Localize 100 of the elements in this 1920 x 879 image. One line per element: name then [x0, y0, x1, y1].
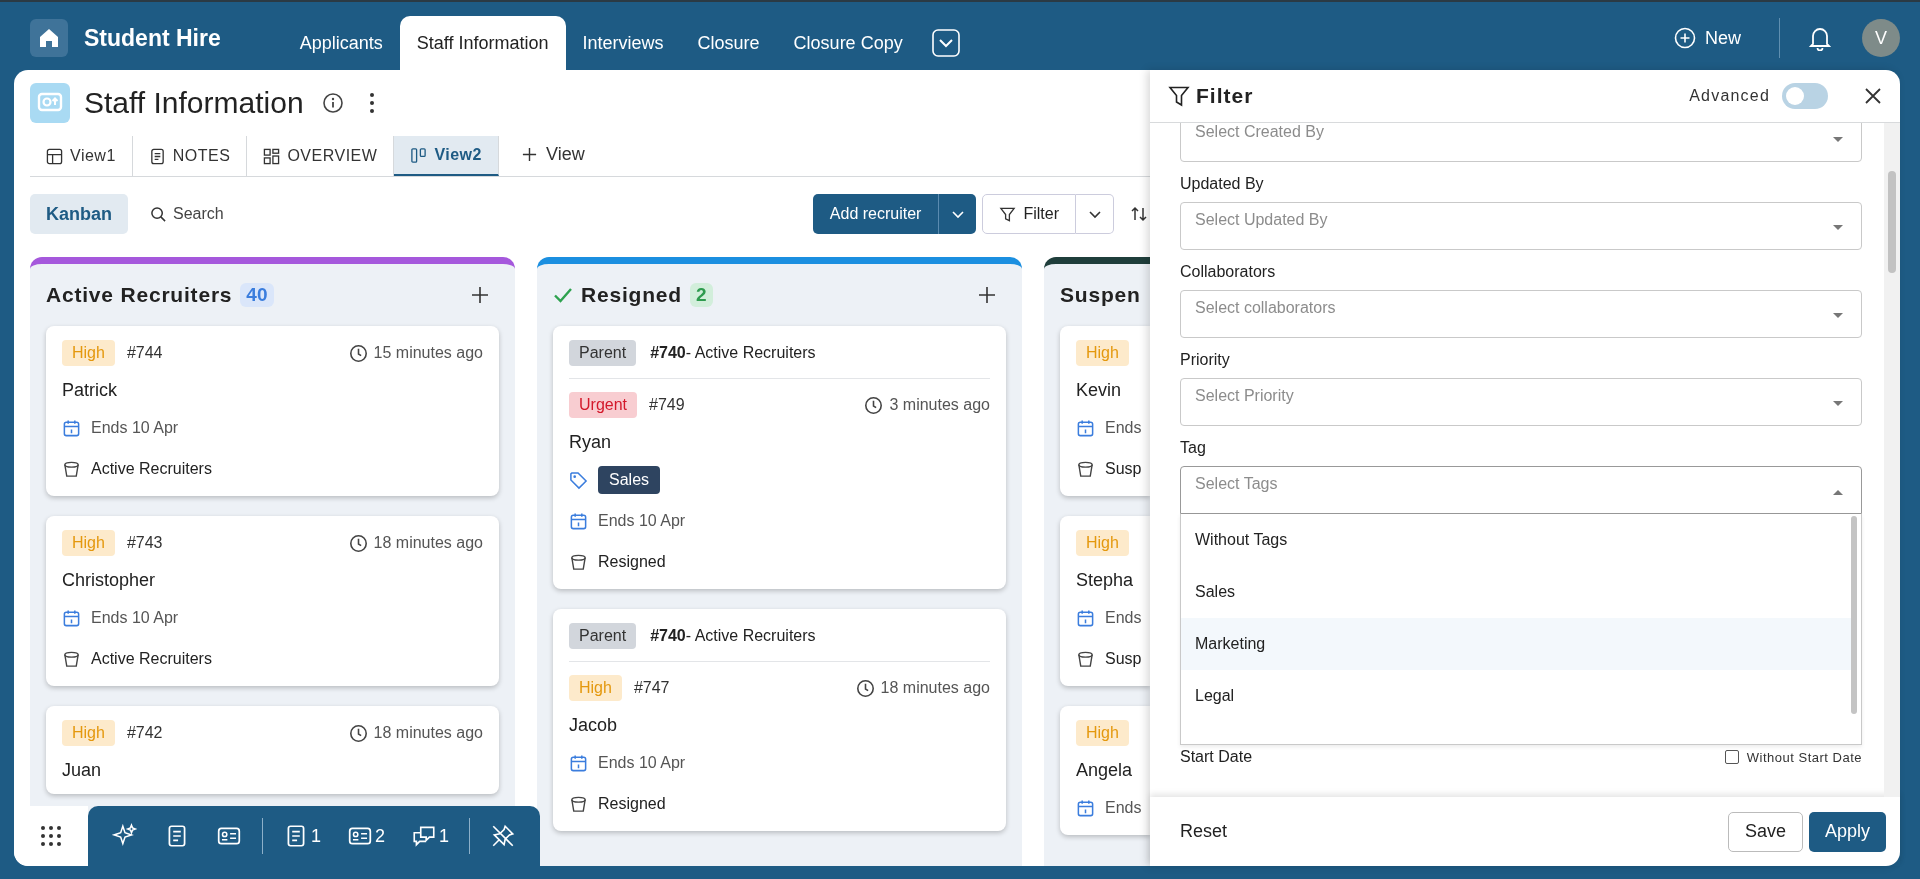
advanced-toggle[interactable]	[1782, 83, 1828, 109]
card-id: #742	[126, 724, 163, 742]
updated-time: 3 minutes ago	[889, 396, 990, 414]
end-date: Ends 10 Apr	[91, 419, 179, 437]
filter-icon	[999, 205, 1017, 223]
bucket-icon	[62, 459, 81, 479]
app-tab[interactable]: Interviews	[565, 16, 681, 70]
caret-icon[interactable]	[1832, 224, 1844, 232]
info-icon[interactable]	[321, 92, 344, 114]
chat-button[interactable]: 1	[401, 814, 460, 858]
advanced-label: Advanced	[1689, 87, 1770, 105]
recruiter-card[interactable]: High #742 18 minutes ago Juan	[46, 706, 499, 794]
panel-title: Filter	[1196, 84, 1254, 108]
unpin-icon	[490, 823, 517, 849]
recruiter-card[interactable]: High #744 15 minutes ago Patrick Ends 10 Apr Active Recruiters	[46, 326, 499, 496]
calendar-icon	[62, 418, 81, 438]
apps-grid-button[interactable]	[14, 806, 88, 866]
card-button[interactable]: 2	[337, 814, 396, 858]
recruiter-card[interactable]: High Angela Ends	[1060, 706, 1150, 835]
table-icon	[46, 147, 63, 165]
bucket-icon	[569, 552, 588, 572]
doc-button[interactable]: 1	[273, 814, 331, 858]
user-avatar[interactable]: V	[1862, 19, 1900, 57]
caret-icon[interactable]	[1832, 400, 1844, 408]
select-field[interactable]: Select Created By	[1180, 123, 1862, 162]
plus-circle-icon	[1674, 27, 1696, 49]
kanban-icon	[410, 146, 428, 164]
bell-icon[interactable]	[1808, 25, 1832, 51]
view-tab[interactable]: NOTES	[132, 136, 248, 176]
recruiter-card[interactable]: Parent #740- Active Recruiters High #747 18 minutes ago Jacob Ends 10 Apr Resigned	[553, 609, 1006, 831]
reset-button[interactable]: Reset	[1180, 821, 1228, 842]
scrollbar[interactable]	[1884, 123, 1900, 797]
caret-icon[interactable]	[1832, 312, 1844, 320]
layout-button[interactable]: Kanban	[30, 194, 128, 234]
search-button[interactable]: Search	[150, 205, 224, 223]
add-recruiter-button[interactable]: Add recruiter	[812, 194, 939, 234]
app-tab[interactable]: Closure	[680, 16, 777, 70]
field-label: Updated By	[1180, 175, 1265, 193]
tag-icon	[569, 470, 588, 490]
view-tab[interactable]: View2	[394, 136, 499, 176]
checkbox[interactable]	[1724, 750, 1739, 764]
bucket-icon	[1076, 649, 1095, 669]
column-count: 2	[689, 283, 713, 307]
priority-badge: High	[62, 530, 115, 556]
card-stage: Susp	[1105, 650, 1142, 668]
bucket-icon	[62, 649, 81, 669]
apply-button[interactable]: Apply	[1808, 811, 1886, 852]
add-card-icon[interactable]	[978, 286, 996, 304]
bucket-icon	[1076, 459, 1095, 479]
new-button[interactable]: New	[1674, 27, 1741, 49]
column-count: 40	[240, 283, 274, 307]
dropdown-option[interactable]: Marketing	[1181, 618, 1851, 670]
card-stage: Resigned	[598, 553, 666, 571]
search-icon	[150, 205, 167, 223]
calendar-icon	[1076, 608, 1095, 628]
board-icon	[30, 83, 70, 123]
caret-icon[interactable]	[1832, 488, 1844, 496]
dropdown-option[interactable]: Legal	[1181, 670, 1851, 722]
app-tab[interactable]: Closure Copy	[776, 16, 920, 70]
sort-icon[interactable]	[1130, 205, 1148, 223]
parent-reference[interactable]: #740- Active Recruiters	[650, 344, 816, 362]
clock-icon	[348, 723, 368, 743]
priority-badge: High	[1076, 340, 1129, 366]
calendar-icon	[62, 608, 81, 628]
parent-reference[interactable]: #740- Active Recruiters	[650, 627, 816, 645]
select-field[interactable]: Select Updated By	[1180, 202, 1862, 250]
priority-badge: Urgent	[569, 392, 638, 418]
close-icon[interactable]	[1864, 87, 1882, 105]
view-tab[interactable]: View1	[30, 136, 133, 176]
app-tab[interactable]: Staff Information	[399, 16, 566, 70]
recruiter-name: Stepha	[1076, 570, 1135, 591]
recruiter-name: Christopher	[62, 570, 157, 591]
end-date: Ends 10 Apr	[91, 609, 179, 627]
recruiter-card[interactable]: Parent #740- Active Recruiters Urgent #749 3 minutes ago Ryan Sales Ends 10 Apr Resigned	[553, 326, 1006, 589]
more-tabs-icon[interactable]	[931, 29, 960, 57]
field-label: Priority	[1180, 351, 1231, 369]
select-field[interactable]: Select collaborators	[1180, 290, 1862, 338]
app-tab[interactable]: Applicants	[282, 16, 400, 70]
select-field[interactable]: Select Priority	[1180, 378, 1862, 426]
select-field[interactable]: Select Tags	[1180, 466, 1862, 514]
filter-button[interactable]: Filter	[982, 194, 1076, 234]
card-stage: Active Recruiters	[91, 650, 212, 668]
more-options-icon[interactable]	[367, 92, 376, 114]
overview-icon	[263, 147, 281, 165]
dropdown-option[interactable]: Without Tags	[1181, 514, 1851, 566]
recruiter-card[interactable]: High Kevin Ends Susp	[1060, 326, 1150, 496]
grid-icon	[40, 825, 62, 847]
save-button[interactable]: Save	[1727, 811, 1803, 852]
home-icon[interactable]	[30, 19, 68, 57]
scrollbar[interactable]	[1851, 516, 1857, 714]
dropdown-option[interactable]: Sales	[1181, 566, 1851, 618]
add-card-icon[interactable]	[471, 286, 489, 304]
recruiter-card[interactable]: High #743 18 minutes ago Christopher Ends 10 Apr Active Recruiters	[46, 516, 499, 686]
calendar-icon	[569, 511, 588, 531]
recruiter-card[interactable]: High Stepha Ends Susp	[1060, 516, 1150, 686]
add-options-button[interactable]	[938, 194, 977, 234]
field-label: Tag	[1180, 439, 1207, 457]
add-view-button[interactable]: View	[498, 132, 607, 176]
caret-icon[interactable]	[1832, 136, 1844, 144]
calendar-icon	[1076, 798, 1095, 818]
